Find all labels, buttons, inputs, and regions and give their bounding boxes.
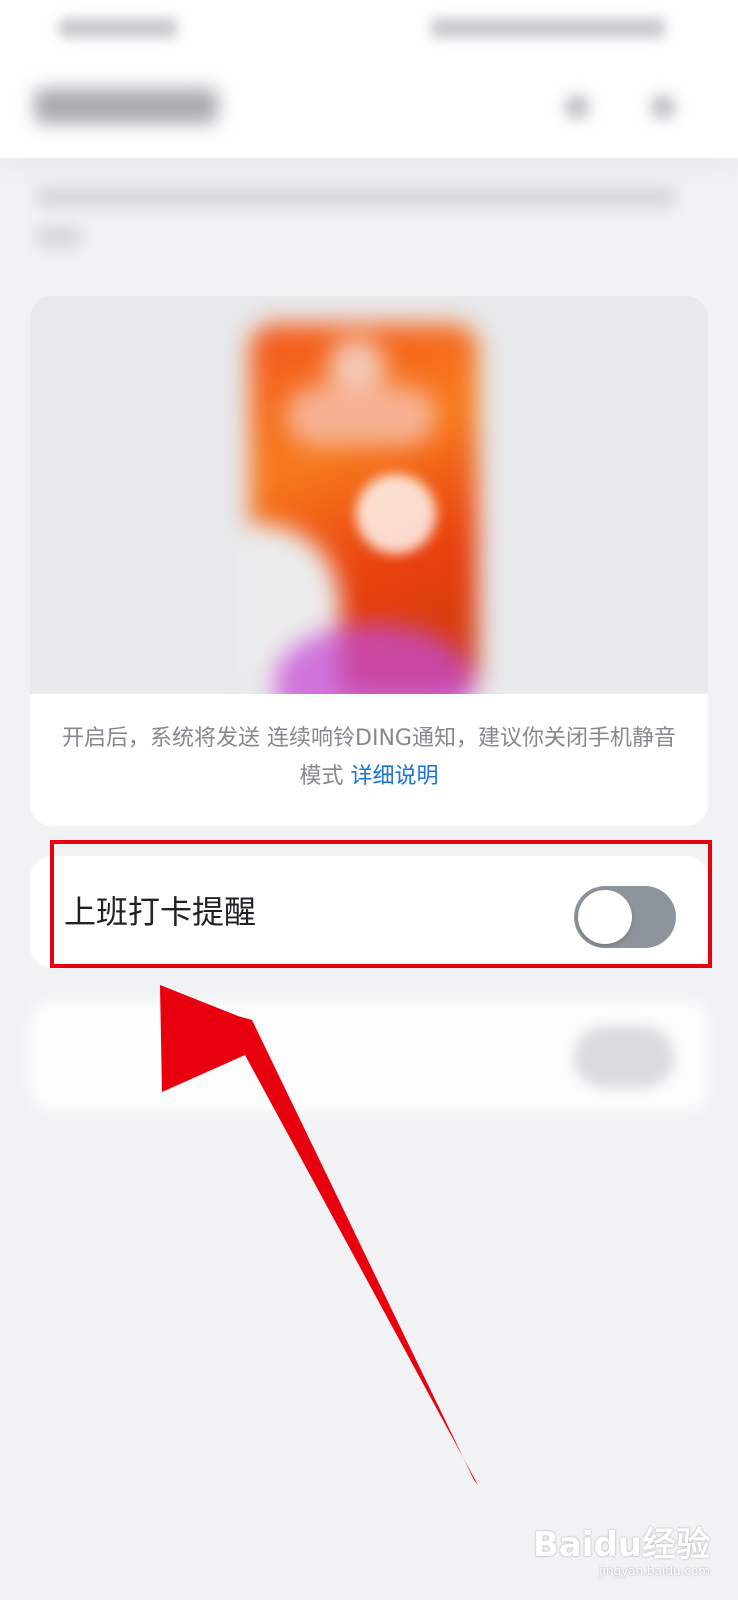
toggle-knob [578, 890, 632, 944]
details-link[interactable]: 详细说明 [350, 764, 438, 789]
header-close-icon[interactable] [650, 94, 676, 120]
clock-in-reminder-label: 上班打卡提醒 [64, 893, 257, 931]
description-card: 开启后，系统将发送 连续响铃DING通知，建议你关闭手机静音模式 详细说明 [30, 694, 708, 826]
watermark-logo: Baidu经验 [532, 1525, 710, 1565]
header-bar [0, 58, 738, 158]
play-icon[interactable] [356, 474, 436, 554]
screen: 开启后，系统将发送 连续响铃DING通知，建议你关闭手机静音模式 详细说明 上班… [0, 0, 738, 1600]
clock-out-reminder-toggle[interactable] [574, 1026, 674, 1088]
clock-out-reminder-row-blurred[interactable] [30, 1000, 708, 1112]
header-menu-icon[interactable] [564, 94, 590, 120]
clock-in-reminder-toggle[interactable] [574, 886, 676, 948]
watermark-url: jingyan.baidu.com [599, 1564, 710, 1578]
description-text: 开启后，系统将发送 连续响铃DING通知，建议你关闭手机静音模式 详细说明 [52, 720, 686, 796]
clock-in-reminder-row[interactable]: 上班打卡提醒 [30, 856, 708, 968]
watermark: Baidu经验 jingyan.baidu.com [533, 1526, 710, 1578]
page-title-blur [34, 88, 218, 124]
intro-text-blur [30, 180, 690, 254]
status-icons-blur [430, 18, 666, 38]
status-time-blur [58, 18, 178, 38]
status-bar [0, 0, 738, 58]
